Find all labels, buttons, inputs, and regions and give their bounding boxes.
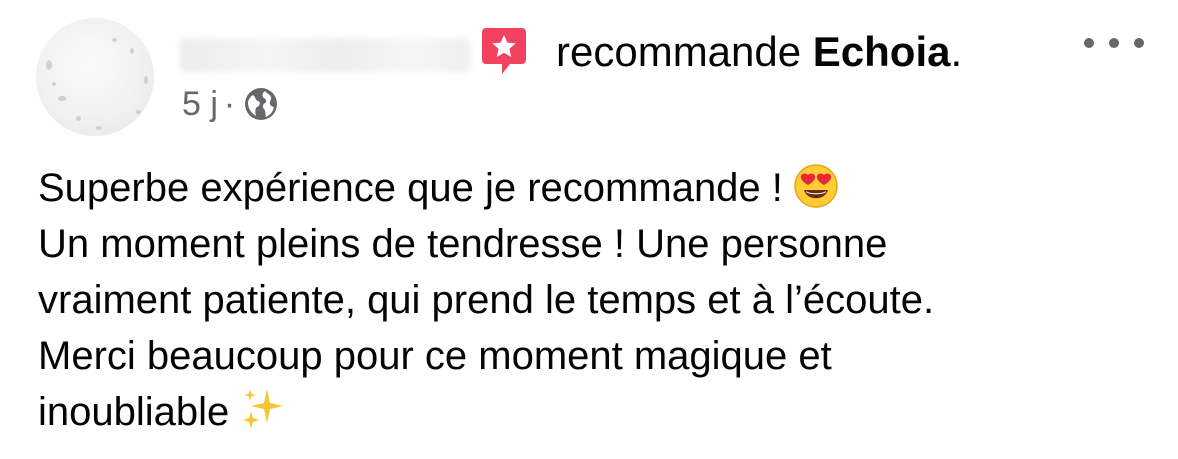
- action-text: recommande: [556, 28, 802, 75]
- post-line: inoubliable: [38, 384, 1148, 440]
- page-link[interactable]: Echoia: [813, 28, 951, 75]
- author-name[interactable]: [180, 38, 470, 72]
- sparkles-emoji: [243, 389, 284, 429]
- post-line-3-text: vraiment patiente, qui prend le temps et…: [38, 278, 935, 322]
- recommendation-post: recommande Echoia. 5 j · Superbe expérie…: [0, 0, 1178, 459]
- post-line-5-text: inoubliable: [38, 390, 230, 434]
- more-options-button[interactable]: [1084, 28, 1144, 58]
- post-line-2-text: Un moment pleins de tendresse ! Une pers…: [38, 222, 888, 266]
- post-meta: 5 j ·: [182, 84, 279, 124]
- avatar[interactable]: [36, 18, 154, 136]
- post-header: recommande Echoia.: [556, 26, 962, 78]
- timestamp[interactable]: 5 j: [182, 85, 218, 124]
- post-line-4-text: Merci beaucoup pour ce moment magique et: [38, 334, 832, 378]
- more-options-dot: [1134, 38, 1144, 48]
- globe-icon[interactable]: [243, 86, 279, 122]
- more-options-icon: [1084, 38, 1094, 48]
- post-line: Superbe expérience que je recommande !: [38, 160, 1148, 216]
- post-body: Superbe expérience que je recommande ! U…: [38, 160, 1148, 440]
- recommend-star-icon: [482, 28, 526, 74]
- header-period: .: [950, 28, 963, 75]
- more-options-dot: [1109, 38, 1119, 48]
- post-line-1-text: Superbe expérience que je recommande !: [38, 166, 783, 210]
- heart-eyes-emoji: [794, 164, 838, 208]
- meta-separator: ·: [223, 84, 236, 123]
